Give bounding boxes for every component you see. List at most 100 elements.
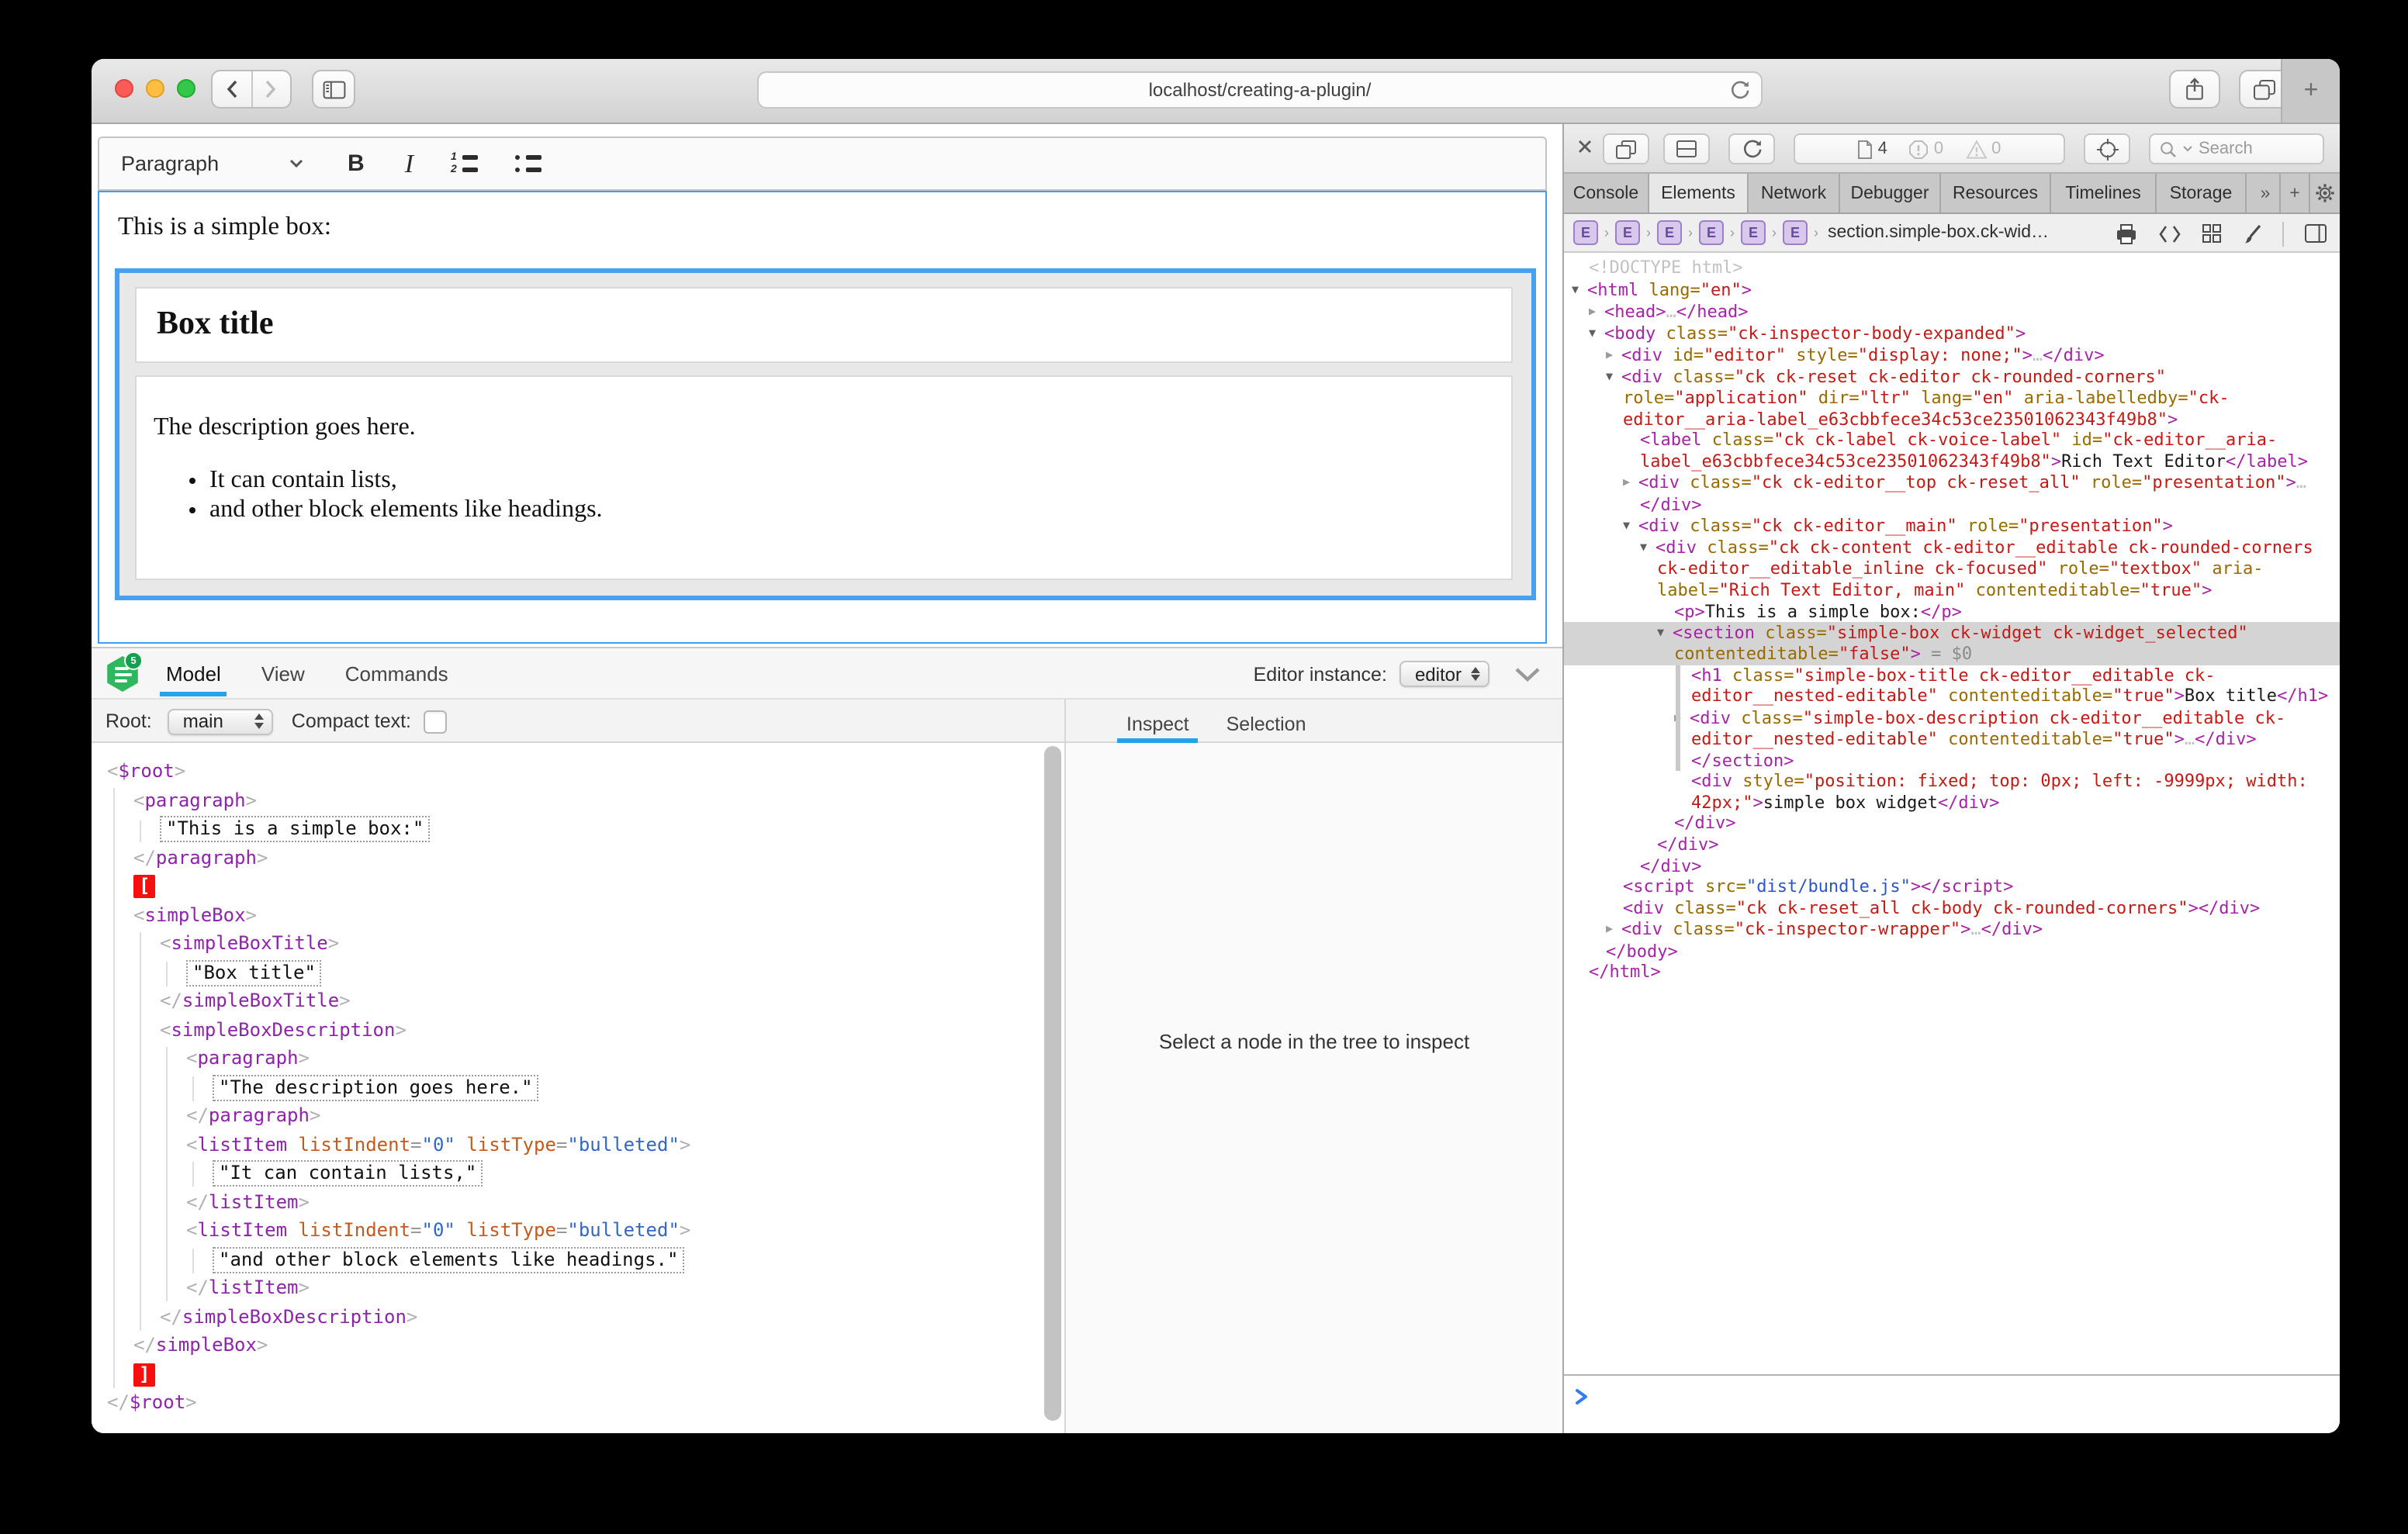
- breadcrumb-element-badge[interactable]: E: [1741, 220, 1766, 245]
- dom-tree-node[interactable]: <!DOCTYPE html>: [1564, 257, 2340, 278]
- more-tabs-button[interactable]: »: [2251, 174, 2281, 212]
- editor-intro-paragraph[interactable]: This is a simple box:: [118, 211, 331, 242]
- dom-tree-node[interactable]: <script src="dist/bundle.js"></script>: [1564, 876, 2340, 897]
- simple-box-title-field[interactable]: Box title: [135, 287, 1513, 363]
- breadcrumb-element-badge[interactable]: E: [1783, 220, 1808, 245]
- inspector-tab-view[interactable]: View: [261, 648, 305, 698]
- devtools-tab-elements[interactable]: Elements: [1649, 174, 1749, 212]
- print-icon[interactable]: [2115, 223, 2138, 244]
- close-window-button[interactable]: [115, 79, 133, 98]
- model-tree-node[interactable]: </$root>: [92, 1388, 1064, 1417]
- breadcrumb-element-badge[interactable]: E: [1657, 220, 1682, 245]
- model-tree-node[interactable]: <listItem listIndent="0" listType="bulle…: [92, 1130, 1064, 1159]
- expand-arrow-icon[interactable]: ▶: [1606, 919, 1621, 940]
- collapse-arrow-icon[interactable]: ▼: [1623, 515, 1638, 536]
- devtools-settings-button[interactable]: [2310, 174, 2340, 212]
- expand-arrow-icon[interactable]: ▶: [1623, 472, 1638, 493]
- editor-instance-select[interactable]: editor: [1399, 661, 1489, 687]
- dom-tree-node[interactable]: ▼<div class="ck ck-editor__main" role="p…: [1564, 515, 2340, 537]
- model-tree-node[interactable]: ]: [92, 1360, 1064, 1388]
- dom-tree-node[interactable]: ▶<div class="ck ck-editor__top ck-reset_…: [1564, 472, 2340, 515]
- model-tree-node[interactable]: </listItem>: [92, 1187, 1064, 1216]
- zoom-window-button[interactable]: [177, 79, 195, 98]
- editor-editable-area[interactable]: This is a simple box: Box title The desc…: [98, 191, 1547, 644]
- quick-console[interactable]: [1564, 1374, 2340, 1433]
- issues-summary-button[interactable]: 4 0 0: [1794, 133, 2065, 164]
- model-tree-node[interactable]: </listItem>: [92, 1273, 1064, 1302]
- devtools-search-field[interactable]: Search: [2149, 133, 2324, 164]
- root-select[interactable]: main: [168, 708, 273, 734]
- collapse-arrow-icon[interactable]: ▼: [1606, 366, 1621, 387]
- layout-grid-icon[interactable]: [2202, 223, 2222, 244]
- dom-tree-node[interactable]: ▼<div class="ck ck-reset ck-editor ck-ro…: [1564, 366, 2340, 430]
- model-tree-node[interactable]: </simpleBox>: [92, 1331, 1064, 1360]
- description-list-item[interactable]: It can contain lists,: [189, 467, 397, 495]
- model-tree-node[interactable]: "The description goes here.": [92, 1073, 1064, 1101]
- dom-tree-node[interactable]: </div>: [1564, 834, 2340, 855]
- devtools-tab-network[interactable]: Network: [1749, 174, 1840, 212]
- devtools-tab-resources[interactable]: Resources: [1941, 174, 2051, 212]
- italic-button[interactable]: I: [405, 148, 413, 179]
- bulleted-list-button[interactable]: [514, 154, 541, 174]
- dom-tree-node[interactable]: <div style="position: fixed; top: 0px; l…: [1564, 772, 2340, 814]
- back-button[interactable]: [213, 71, 252, 107]
- breadcrumb-element-badge[interactable]: E: [1615, 220, 1640, 245]
- share-button[interactable]: [2169, 70, 2220, 109]
- model-tree-node[interactable]: <paragraph>: [92, 786, 1064, 814]
- inspector-tab-model[interactable]: Model: [166, 648, 221, 698]
- model-tree-node[interactable]: "This is a simple box:": [92, 814, 1064, 843]
- devtools-tab-debugger[interactable]: Debugger: [1840, 174, 1941, 212]
- devtools-tab-timelines[interactable]: Timelines: [2051, 174, 2157, 212]
- model-tree-node[interactable]: </simpleBoxTitle>: [92, 986, 1064, 1015]
- dom-tree-node[interactable]: </section>: [1564, 750, 2340, 771]
- model-tree-node[interactable]: <simpleBoxDescription>: [92, 1015, 1064, 1044]
- collapse-arrow-icon[interactable]: ▼: [1657, 622, 1673, 643]
- numbered-list-button[interactable]: 1 2: [451, 154, 477, 174]
- inspector-tab-selection[interactable]: Selection: [1226, 713, 1306, 743]
- details-sidebar-toggle-icon[interactable]: [2304, 223, 2327, 244]
- dom-tree-node[interactable]: <p>This is a simple box:</p>: [1564, 601, 2340, 622]
- dom-tree-node[interactable]: </html>: [1564, 962, 2340, 983]
- forward-button[interactable]: [252, 71, 290, 107]
- dom-tree-node[interactable]: </div>: [1564, 855, 2340, 876]
- model-tree-node[interactable]: "and other block elements like headings.…: [92, 1245, 1064, 1273]
- bold-button[interactable]: B: [348, 150, 365, 177]
- model-tree-node[interactable]: <listItem listIndent="0" listType="bulle…: [92, 1216, 1064, 1245]
- tree-scrollbar-thumb[interactable]: [1044, 746, 1061, 1420]
- dom-tree-node[interactable]: ▶<div id="editor" style="display: none;"…: [1564, 344, 2340, 366]
- breadcrumb-element-badge[interactable]: E: [1699, 220, 1724, 245]
- add-tab-button[interactable]: +: [2281, 174, 2310, 212]
- dom-tree-node[interactable]: </body>: [1564, 941, 2340, 962]
- model-tree-node[interactable]: </paragraph>: [92, 1101, 1064, 1130]
- simple-box-description-field[interactable]: The description goes here. It can contai…: [135, 375, 1513, 580]
- collapse-arrow-icon[interactable]: ▼: [1640, 537, 1656, 558]
- dom-tree-node[interactable]: ▼<body class="ck-inspector-body-expanded…: [1564, 323, 2340, 344]
- model-tree-node[interactable]: <simpleBoxTitle>: [92, 929, 1064, 958]
- inspector-tab-commands[interactable]: Commands: [345, 648, 448, 698]
- dom-tree-node[interactable]: <label class="ck ck-label ck-voice-label…: [1564, 430, 2340, 472]
- reload-button[interactable]: [1730, 79, 1750, 101]
- address-bar[interactable]: localhost/creating-a-plugin/: [757, 71, 1763, 109]
- description-list-item[interactable]: and other block elements like headings.: [189, 496, 603, 524]
- model-tree-node[interactable]: "It can contain lists,": [92, 1159, 1064, 1187]
- model-tree-node[interactable]: <paragraph>: [92, 1044, 1064, 1073]
- devtools-tab-console[interactable]: Console: [1564, 174, 1649, 212]
- dom-tree-node[interactable]: <div class="ck ck-reset_all ck-body ck-r…: [1564, 898, 2340, 919]
- dom-tree-node[interactable]: ▼<html lang="en">: [1564, 278, 2340, 300]
- new-tab-button[interactable]: +: [2281, 59, 2340, 123]
- close-devtools-button[interactable]: [1576, 138, 1593, 155]
- model-tree-node[interactable]: "Box title": [92, 958, 1064, 986]
- dom-tree-node[interactable]: ▶<div class="simple-box-description ck-e…: [1564, 707, 2340, 750]
- devtools-reload-button[interactable]: [1728, 133, 1775, 164]
- collapse-arrow-icon[interactable]: ▼: [1589, 323, 1604, 344]
- simple-box-widget[interactable]: Box title The description goes here. It …: [115, 268, 1536, 600]
- dom-tree-node[interactable]: ▼<section class="simple-box ck-widget ck…: [1564, 622, 2340, 665]
- model-tree-node[interactable]: [: [92, 872, 1064, 900]
- model-tree-node[interactable]: </paragraph>: [92, 843, 1064, 872]
- dock-side-button[interactable]: [1603, 133, 1649, 164]
- dom-tree-node[interactable]: ▶<head>…</head>: [1564, 300, 2340, 322]
- dom-tree-node[interactable]: ▶<div class="ck-inspector-wrapper">…</di…: [1564, 919, 2340, 941]
- model-tree-node[interactable]: <$root>: [92, 757, 1064, 786]
- collapse-inspector-button[interactable]: [1514, 666, 1541, 682]
- model-tree-node[interactable]: </simpleBoxDescription>: [92, 1302, 1064, 1331]
